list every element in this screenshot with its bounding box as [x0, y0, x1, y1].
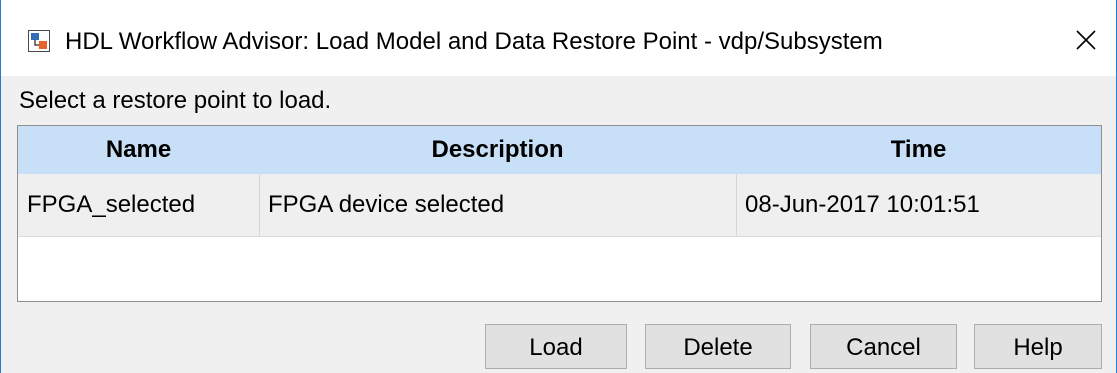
cell-name: FPGA_selected: [27, 191, 196, 218]
cancel-button[interactable]: Cancel: [810, 324, 957, 369]
cell-time: 08-Jun-2017 10:01:51: [745, 191, 980, 218]
cell-description: FPGA device selected: [268, 191, 505, 218]
table-header: Name Description Time: [18, 126, 1101, 174]
column-header-description[interactable]: Description: [259, 126, 736, 174]
instruction-label: Select a restore point to load.: [19, 87, 332, 114]
column-header-name[interactable]: Name: [18, 126, 259, 174]
column-header-time[interactable]: Time: [736, 126, 1101, 174]
title-bar[interactable]: HDL Workflow Advisor: Load Model and Dat…: [1, 0, 1116, 76]
close-button[interactable]: [1070, 24, 1102, 56]
matlab-simulink-icon: [28, 30, 50, 52]
delete-button[interactable]: Delete: [645, 324, 791, 369]
restore-point-dialog: HDL Workflow Advisor: Load Model and Dat…: [0, 0, 1117, 373]
load-button[interactable]: Load: [485, 324, 627, 369]
help-button[interactable]: Help: [974, 324, 1102, 369]
table-row[interactable]: FPGA_selected FPGA device selected 08-Ju…: [18, 174, 1101, 237]
restore-points-table[interactable]: Name Description Time FPGA_selected FPGA…: [17, 125, 1102, 302]
close-icon: [1076, 30, 1096, 50]
window-title: HDL Workflow Advisor: Load Model and Dat…: [65, 28, 883, 55]
